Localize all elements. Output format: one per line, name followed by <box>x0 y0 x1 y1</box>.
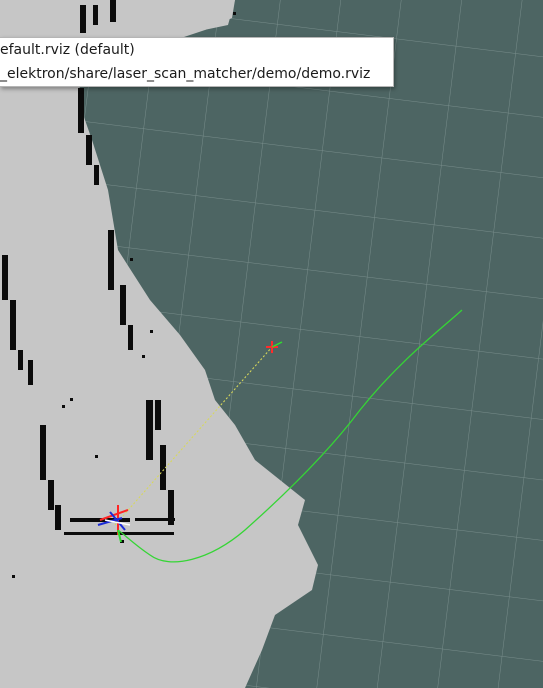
rviz-3d-viewport[interactable] <box>0 0 543 688</box>
occupancy-map-free-space-top <box>0 0 235 35</box>
recent-configs-dropdown[interactable]: efault.rviz (default) _elektron/share/la… <box>0 37 394 87</box>
recent-config-item-demo[interactable]: _elektron/share/laser_scan_matcher/demo/… <box>0 62 370 86</box>
recent-config-item-default[interactable]: efault.rviz (default) <box>0 38 135 62</box>
